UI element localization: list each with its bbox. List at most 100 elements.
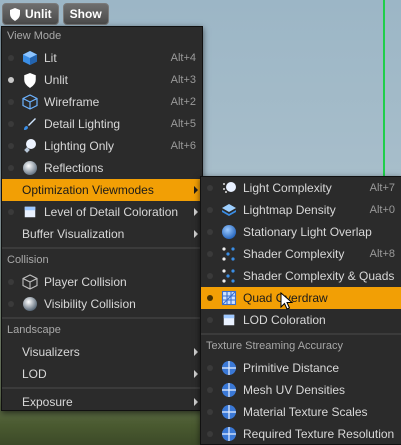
menu-item-primitive-distance[interactable]: Primitive Distance — [201, 357, 401, 379]
radio-indicator — [8, 301, 14, 307]
menu-item-label: Visibility Collision — [44, 297, 136, 311]
menu-item-exposure[interactable]: Exposure — [2, 391, 202, 413]
menu-item-required-texture-resolution[interactable]: Required Texture Resolution — [201, 423, 401, 445]
menu-item-label: LOD Coloration — [243, 313, 326, 327]
radio-indicator — [207, 185, 213, 191]
cube-icon — [22, 204, 38, 220]
divider — [2, 247, 202, 249]
optimization-viewmodes-submenu: Light Complexity Alt+7 Lightmap Density … — [200, 176, 401, 445]
crosshair-icon — [221, 426, 237, 442]
shortcut-label: Alt+7 — [369, 182, 395, 194]
menu-item-label: Primitive Distance — [243, 361, 340, 375]
divider — [2, 317, 202, 319]
divider — [2, 387, 202, 389]
shield-icon — [22, 72, 38, 88]
radio-indicator — [207, 207, 213, 213]
menu-item-lightmap-density[interactable]: Lightmap Density Alt+0 — [201, 199, 401, 221]
menu-item-label: Level of Detail Coloration — [44, 205, 179, 219]
menu-item-detail-lighting[interactable]: Detail Lighting Alt+5 — [2, 113, 202, 135]
menu-item-label: Lit — [44, 51, 57, 65]
radio-indicator — [8, 209, 14, 215]
brush-icon — [22, 116, 38, 132]
menu-item-lod-coloration[interactable]: Level of Detail Coloration — [2, 201, 202, 223]
view-mode-button[interactable]: Unlit — [2, 3, 59, 25]
menu-item-shader-complexity-quads[interactable]: Shader Complexity & Quads — [201, 265, 401, 287]
menu-item-lit[interactable]: Lit Alt+4 — [2, 47, 202, 69]
menu-item-label: Detail Lighting — [44, 117, 121, 131]
menu-item-quad-overdraw[interactable]: Quad Overdraw — [201, 287, 401, 310]
menu-item-player-collision[interactable]: Player Collision — [2, 271, 202, 293]
blue-sphere-icon — [221, 224, 237, 240]
radio-indicator — [207, 365, 213, 371]
shortcut-label: Alt+0 — [369, 204, 395, 216]
menu-item-shader-complexity[interactable]: Shader Complexity Alt+8 — [201, 243, 401, 265]
shortcut-label: Alt+3 — [170, 74, 196, 86]
menu-item-label: Lighting Only — [44, 139, 115, 153]
wire-box-icon — [22, 274, 38, 290]
submenu-arrow-icon — [194, 398, 198, 406]
menu-item-stationary-light-overlap[interactable]: Stationary Light Overlap — [201, 221, 401, 243]
menu-item-optimization-viewmodes[interactable]: Optimization Viewmodes — [2, 179, 202, 201]
menu-item-label: Shader Complexity — [243, 247, 345, 261]
menu-item-lod[interactable]: LOD — [2, 363, 202, 385]
radio-indicator-selected — [8, 77, 14, 83]
section-header-texture-streaming: Texture Streaming Accuracy — [206, 340, 343, 352]
section-header-landscape: Landscape — [7, 324, 61, 336]
menu-item-label: Required Texture Resolution — [243, 427, 395, 441]
dots-icon — [221, 246, 237, 262]
menu-item-label: Buffer Visualization — [22, 227, 125, 241]
crosshair-icon — [221, 404, 237, 420]
radio-indicator — [8, 279, 14, 285]
shortcut-label: Alt+4 — [170, 52, 196, 64]
show-button[interactable]: Show — [62, 3, 109, 25]
grid-icon — [221, 290, 237, 306]
sphere-icon — [22, 160, 38, 176]
menu-item-label: Light Complexity — [243, 181, 332, 195]
mouse-cursor-icon — [280, 292, 294, 310]
cube-icon — [221, 312, 237, 328]
menu-item-label: Player Collision — [44, 275, 127, 289]
menu-item-label: Lightmap Density — [243, 203, 336, 217]
radio-indicator — [207, 409, 213, 415]
radio-indicator — [207, 229, 213, 235]
dots-icon — [221, 268, 237, 284]
viewport-toolbar: Unlit Show — [2, 3, 109, 25]
menu-item-label: Unlit — [44, 73, 69, 87]
menu-item-label: Shader Complexity & Quads — [243, 269, 395, 283]
submenu-arrow-icon — [194, 348, 198, 356]
menu-item-visibility-collision[interactable]: Visibility Collision — [2, 293, 202, 315]
menu-item-buffer-visualization[interactable]: Buffer Visualization — [2, 223, 202, 245]
light-complexity-icon — [221, 180, 237, 196]
menu-item-reflections[interactable]: Reflections — [2, 157, 202, 179]
menu-item-label: LOD — [22, 367, 47, 381]
bulb-icon — [22, 138, 38, 154]
menu-item-wireframe[interactable]: Wireframe Alt+2 — [2, 91, 202, 113]
view-mode-button-label: Unlit — [25, 7, 52, 21]
shortcut-label: Alt+8 — [369, 248, 395, 260]
menu-item-lighting-only[interactable]: Lighting Only Alt+6 — [2, 135, 202, 157]
section-header-collision: Collision — [7, 254, 49, 266]
submenu-arrow-icon — [194, 186, 198, 194]
wireframe-cube-icon — [22, 94, 38, 110]
menu-item-label: Reflections — [44, 161, 104, 175]
menu-item-visualizers[interactable]: Visualizers — [2, 341, 202, 363]
radio-indicator — [8, 55, 14, 61]
lightmap-density-icon — [221, 202, 237, 218]
menu-item-label: Visualizers — [22, 345, 80, 359]
menu-item-label: Quad Overdraw — [243, 291, 328, 305]
menu-item-material-texture-scales[interactable]: Material Texture Scales — [201, 401, 401, 423]
menu-item-unlit[interactable]: Unlit Alt+3 — [2, 69, 202, 91]
sphere-icon — [22, 296, 38, 312]
menu-item-label: Optimization Viewmodes — [22, 183, 154, 197]
radio-indicator — [207, 251, 213, 257]
menu-item-lod-coloration-sub[interactable]: LOD Coloration — [201, 309, 401, 331]
view-mode-menu: View Mode Lit Alt+4 Unlit Alt+3 Wirefram… — [1, 26, 203, 411]
radio-indicator — [207, 317, 213, 323]
menu-item-mesh-uv-densities[interactable]: Mesh UV Densities — [201, 379, 401, 401]
section-header-view-mode: View Mode — [7, 30, 62, 42]
cube-icon — [22, 50, 38, 66]
radio-indicator — [207, 273, 213, 279]
menu-item-light-complexity[interactable]: Light Complexity Alt+7 — [201, 177, 401, 199]
menu-item-label: Wireframe — [44, 95, 100, 109]
submenu-arrow-icon — [194, 230, 198, 238]
